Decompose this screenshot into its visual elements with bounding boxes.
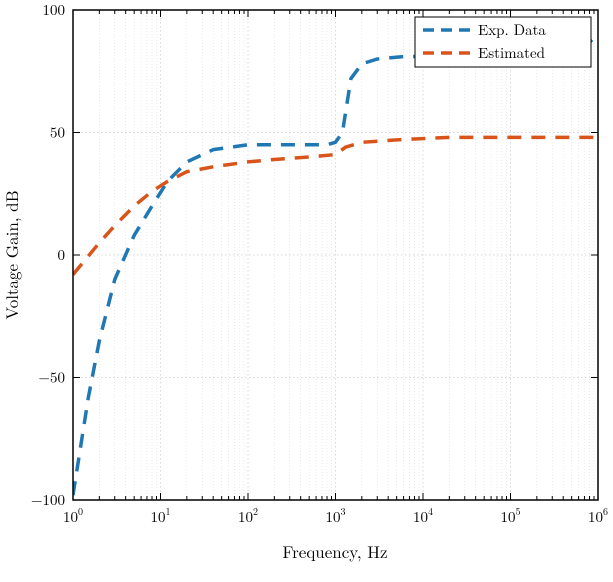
- y-tick-labels: −100 −50 0 50 100: [31, 0, 65, 510]
- legend-label-est: Estimated: [478, 42, 545, 63]
- x-axis-label: Frequency, Hz: [282, 539, 387, 563]
- chart-svg: 100 101 102 103 104 105 106 −100 −50 0 50 100 Freq…: [0, 0, 613, 582]
- y-tick-label: 0: [57, 244, 65, 265]
- y-axis-label: Voltage Gain, dB: [0, 190, 23, 319]
- x-tick-label: 106: [588, 504, 608, 527]
- x-tick-labels: 100 101 102 103 104 105 106: [63, 504, 608, 527]
- y-tick-label: 50: [50, 122, 65, 143]
- y-tick-label: −100: [31, 489, 65, 510]
- x-tick-label: 101: [150, 504, 170, 527]
- grid: [73, 10, 598, 500]
- x-tick-label: 104: [413, 504, 433, 527]
- legend-label-exp: Exp. Data: [478, 19, 546, 40]
- x-tick-label: 100: [63, 504, 83, 527]
- x-tick-label: 102: [238, 504, 258, 527]
- y-tick-label: 100: [42, 0, 65, 20]
- x-tick-label: 105: [500, 504, 520, 527]
- legend: Exp. Data Estimated: [415, 17, 591, 67]
- y-tick-label: −50: [38, 367, 65, 388]
- x-tick-label: 103: [325, 504, 345, 527]
- chart-root: 100 101 102 103 104 105 106 −100 −50 0 50 100 Freq…: [0, 0, 613, 582]
